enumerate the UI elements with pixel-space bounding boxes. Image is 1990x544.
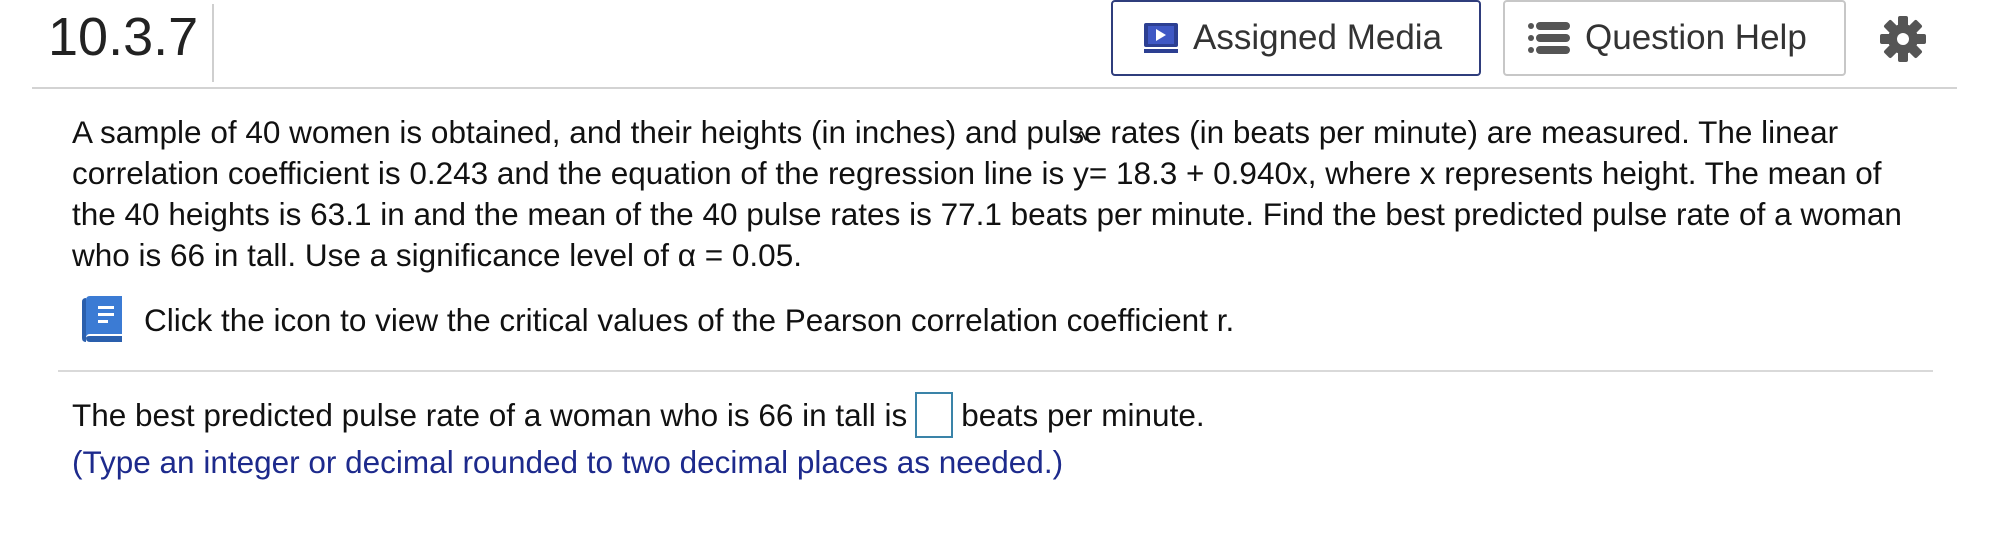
media-icon [1143,22,1179,54]
question-help-button[interactable]: Question Help [1503,0,1846,76]
list-icon [1527,21,1571,55]
question-number: 10.3.7 [48,4,214,82]
assigned-media-button[interactable]: Assigned Media [1111,0,1481,76]
critical-values-row: Click the icon to view the critical valu… [76,294,1234,346]
answer-row: The best predicted pulse rate of a woman… [72,392,1205,438]
header-divider [32,87,1957,89]
question-header: 10.3.7 Assigned Media Question Help [0,0,1990,88]
answer-hint: (Type an integer or decimal rounded to t… [72,444,1064,480]
gear-icon[interactable] [1878,14,1928,64]
question-help-label: Question Help [1585,18,1807,57]
assigned-media-label: Assigned Media [1193,18,1443,57]
y-hat-symbol: y [1073,127,1089,194]
answer-suffix: beats per minute. [961,396,1205,433]
problem-statement: A sample of 40 women is obtained, and th… [72,112,1922,276]
answer-prefix: The best predicted pulse rate of a woman… [72,396,908,433]
book-icon[interactable] [76,294,128,346]
section-divider [58,370,1933,372]
critical-values-text: Click the icon to view the critical valu… [144,301,1235,338]
answer-input[interactable] [915,392,954,438]
